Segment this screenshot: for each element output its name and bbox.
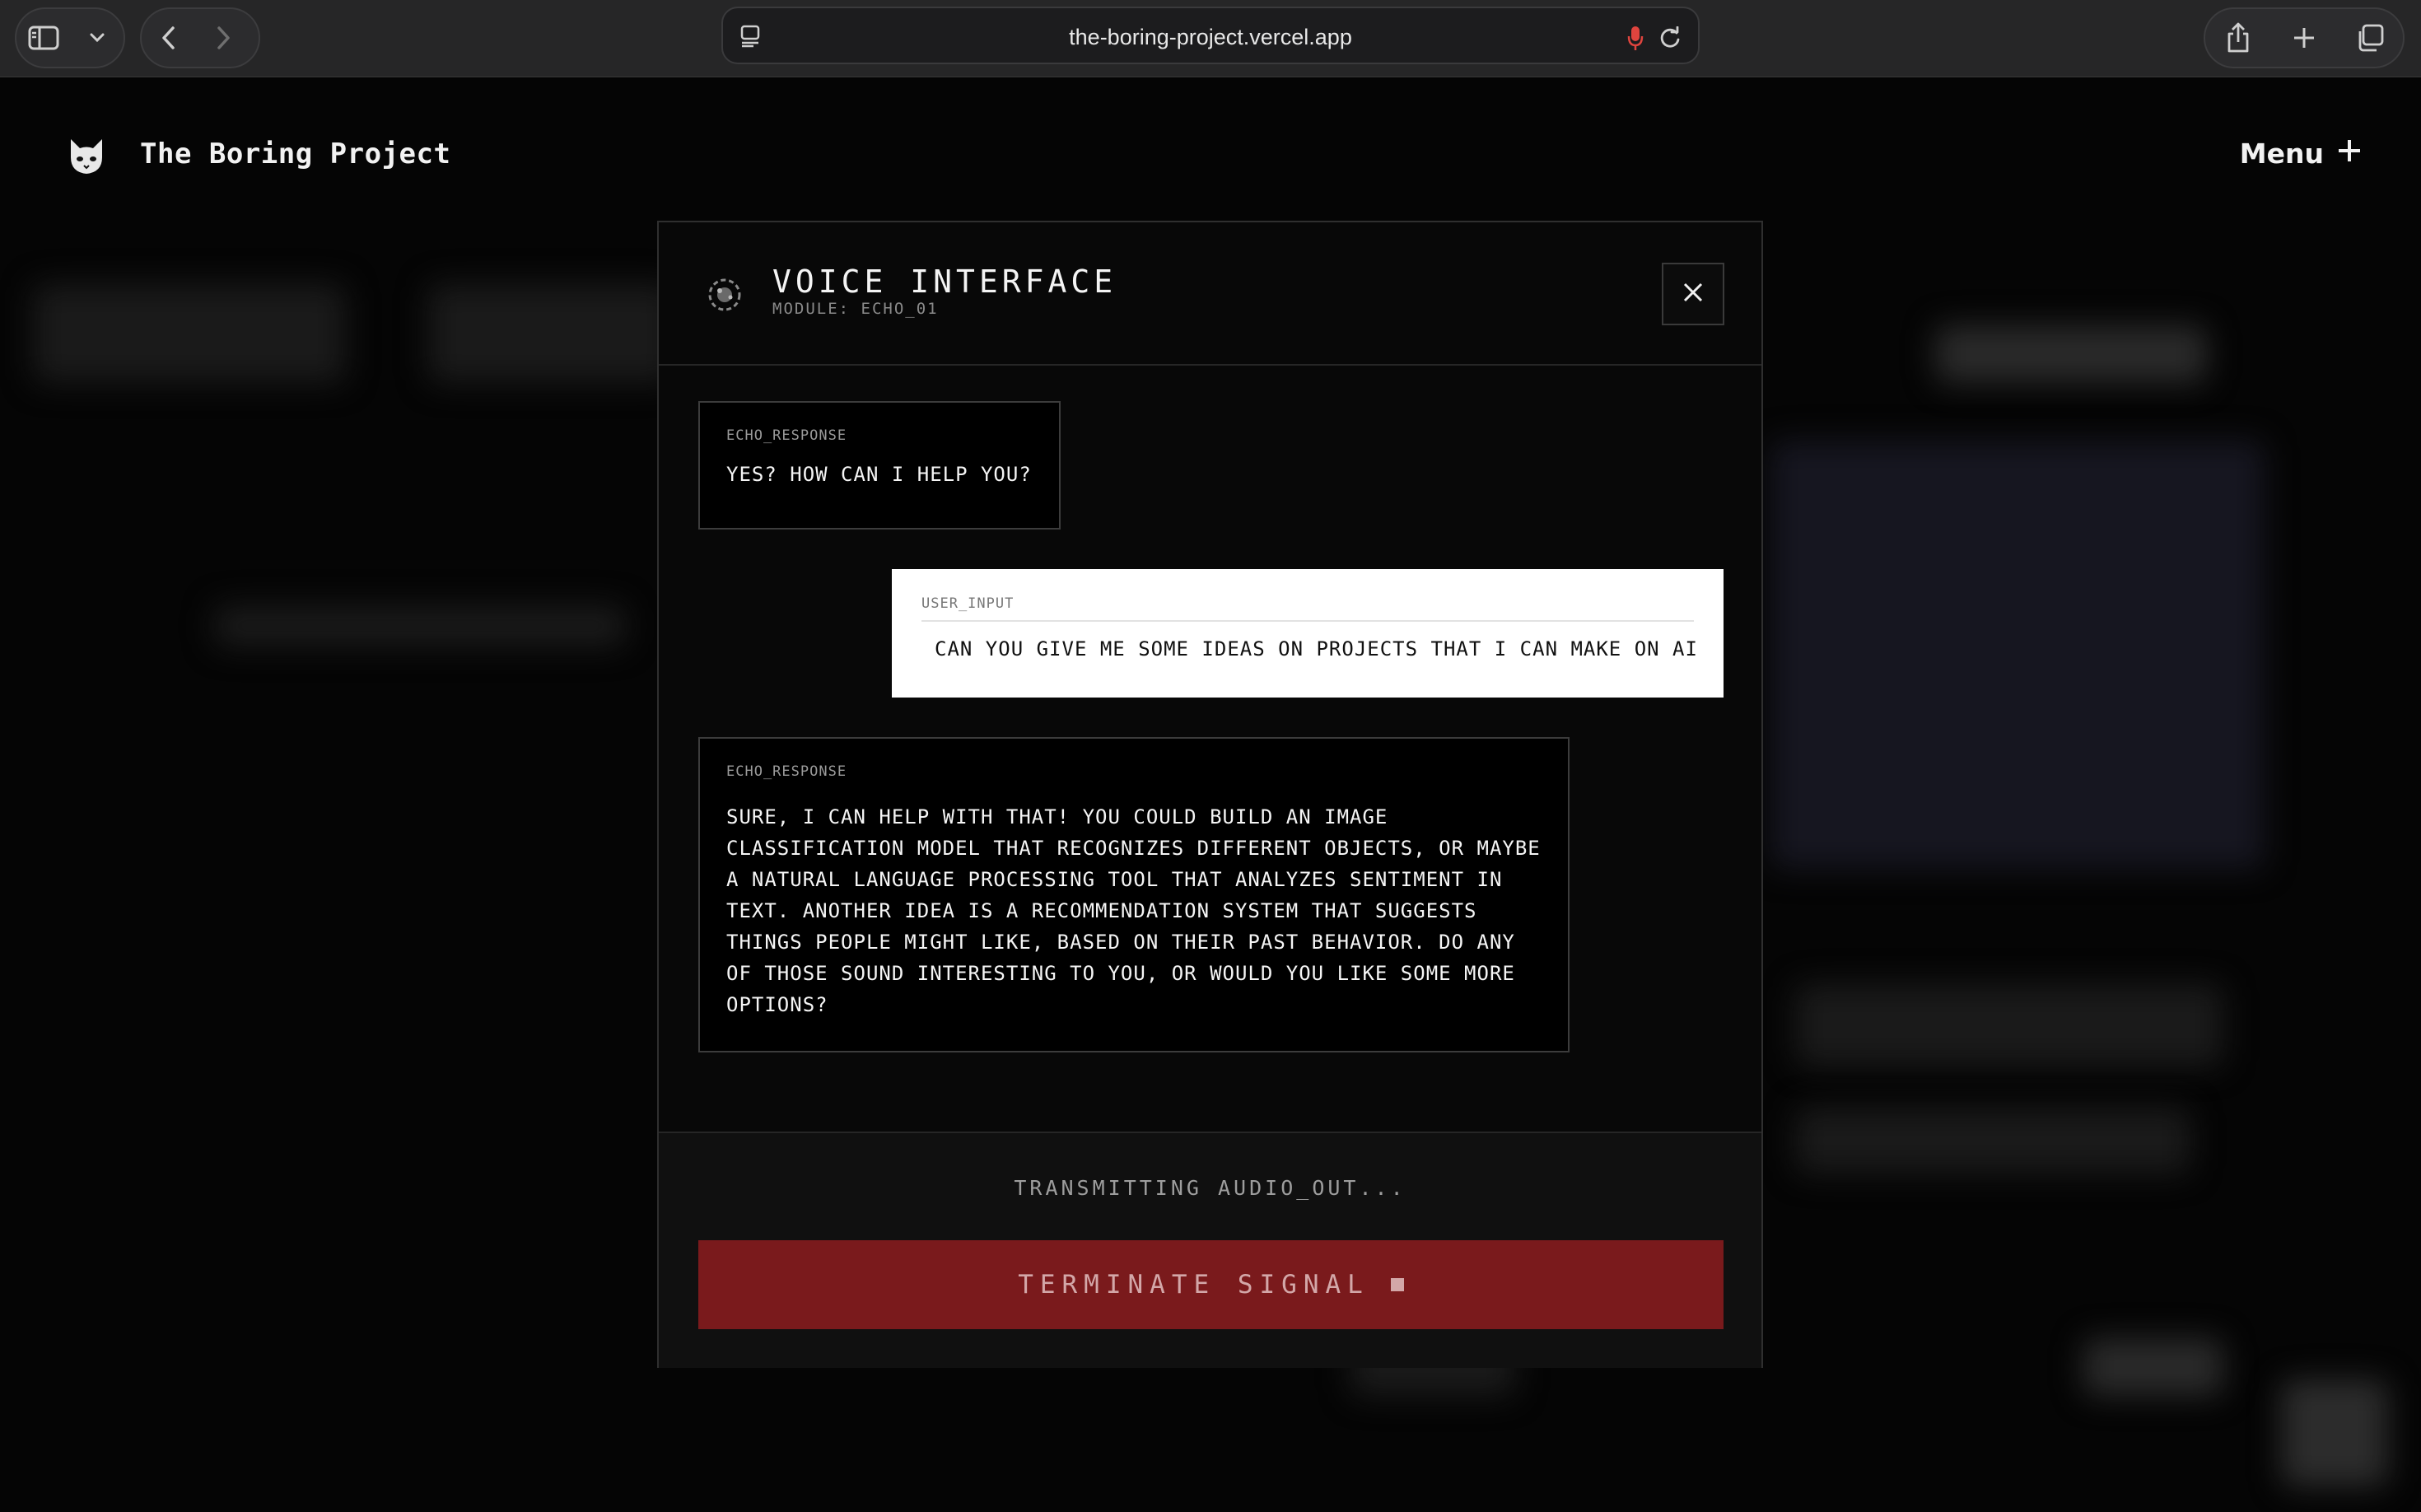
terminate-signal-button[interactable]: TERMINATE SIGNAL [698,1240,1724,1329]
modal-title: VOICE INTERFACE [772,264,1117,300]
cat-logo-icon[interactable] [66,136,107,177]
user-input-message: USER_INPUT CAN YOU GIVE ME SOME IDEAS ON… [892,569,1724,698]
stop-icon [1390,1278,1404,1291]
tabs-icon[interactable] [2343,9,2397,67]
echo-response-message: ECHO_RESPONSE YES? HOW CAN I HELP YOU? [698,401,1061,530]
site-header: The Boring Project Menu [0,78,2421,235]
browser-actions [2204,7,2405,68]
close-icon [1682,282,1704,307]
url-text[interactable]: the-boring-project.vercel.app [723,8,1698,66]
blurred-button [2281,1379,2388,1486]
terminate-label: TERMINATE SIGNAL [1018,1270,1369,1300]
sidebar-toggle-group [15,7,125,68]
modal-header: VOICE INTERFACE MODULE: ECHO_01 [659,222,1761,366]
message-text: SURE, I CAN HELP WITH THAT! YOU COULD BU… [726,805,1541,1016]
microphone-icon[interactable] [1622,23,1649,53]
voice-interface-modal: VOICE INTERFACE MODULE: ECHO_01 ECHO_RES… [657,221,1763,1368]
transmission-status: TRANSMITTING AUDIO_OUT... [1014,1176,1406,1200]
blurred-pill [1935,325,2207,383]
message-label: ECHO_RESPONSE [726,763,847,780]
navigation-group [140,7,260,68]
sidebar-icon[interactable] [16,9,70,67]
radar-icon [707,277,743,313]
close-button[interactable] [1662,263,1724,325]
blurred-button [2083,1338,2223,1396]
modal-footer: TRANSMITTING AUDIO_OUT... TERMINATE SIGN… [659,1132,1761,1368]
new-tab-plus-icon[interactable] [2277,9,2331,67]
plus-icon [2337,138,2362,170]
message-label: ECHO_RESPONSE [726,427,847,444]
blurred-card [1795,1108,2190,1174]
blurred-subtext [214,605,626,646]
modal-subtitle: MODULE: ECHO_01 [772,300,939,318]
forward-icon[interactable] [196,9,250,67]
browser-toolbar: the-boring-project.vercel.app [0,0,2421,77]
share-icon[interactable] [2211,9,2265,67]
echo-response-message: ECHO_RESPONSE SURE, I CAN HELP WITH THAT… [698,737,1570,1052]
menu-label: Menu [2239,138,2324,170]
address-bar[interactable]: the-boring-project.vercel.app [721,7,1700,64]
message-text: YES? HOW CAN I HELP YOU? [726,463,1032,486]
message-label: USER_INPUT [921,595,1694,622]
chevron-down-icon[interactable] [70,9,124,67]
blurred-panel [1770,441,2265,869]
back-icon[interactable] [142,9,196,67]
menu-button[interactable]: Menu [2240,138,2362,170]
blurred-hero-word [33,284,346,383]
reload-icon[interactable] [1655,23,1685,53]
blurred-card [1795,984,2223,1066]
brand-name[interactable]: The Boring Project [140,138,450,170]
message-text: CAN YOU GIVE ME SOME IDEAS ON PROJECTS T… [935,637,1698,660]
blurred-hero-word [428,284,675,383]
